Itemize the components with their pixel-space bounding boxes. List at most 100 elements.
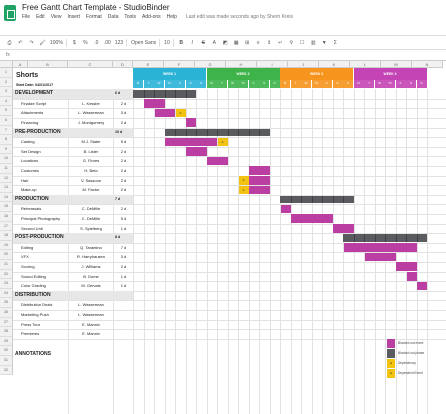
task-duration[interactable]: 2 d	[115, 118, 132, 128]
task-bar[interactable]	[364, 252, 396, 262]
column-header[interactable]: D	[113, 61, 133, 68]
task-owner[interactable]: L. Wasserman	[70, 300, 112, 310]
task-name[interactable]: Marketing Push	[21, 310, 70, 320]
task-owner[interactable]: G. Flores	[70, 156, 112, 166]
task-bar[interactable]	[144, 99, 165, 108]
formula-bar[interactable]: fx	[0, 50, 446, 61]
column-header[interactable]: G	[195, 61, 226, 68]
task-bar[interactable]	[165, 137, 217, 147]
percent-button[interactable]: %	[82, 39, 89, 47]
increase-decimals-button[interactable]: .00	[104, 39, 111, 47]
task-owner[interactable]: H. Beto	[70, 166, 112, 176]
task-name[interactable]: Hair	[21, 176, 70, 186]
row-number[interactable]: 15	[0, 202, 13, 212]
undo-icon[interactable]: ↶	[17, 39, 24, 47]
task-bar[interactable]	[249, 176, 270, 185]
borders-icon[interactable]: ▦	[233, 39, 240, 47]
task-name[interactable]: Color Grading	[21, 281, 70, 291]
menu-file[interactable]: File	[22, 14, 30, 20]
menu-tools[interactable]: Tools	[124, 14, 136, 20]
row-number[interactable]: 20	[0, 250, 13, 260]
task-duration[interactable]: 2 d	[115, 185, 132, 195]
row-number[interactable]: 11	[0, 164, 13, 174]
task-owner[interactable]: Q. Tarantino	[70, 243, 112, 253]
row-number[interactable]: 28	[0, 327, 13, 337]
menu-view[interactable]: View	[51, 14, 62, 20]
task-owner[interactable]: C. DeMille	[70, 204, 112, 214]
task-name[interactable]: Editing	[21, 243, 70, 253]
row-number[interactable]: 6	[0, 116, 13, 126]
task-bar[interactable]	[343, 243, 417, 252]
comment-icon[interactable]: ☐	[299, 39, 306, 47]
row-number[interactable]: 21	[0, 260, 13, 270]
row-number[interactable]: 5	[0, 106, 13, 116]
row-number[interactable]: 16	[0, 212, 13, 222]
task-name[interactable]: Principal Photography	[21, 214, 70, 224]
task-duration[interactable]: 3 d	[115, 252, 132, 262]
document-title[interactable]: Free Gantt Chart Template - StudioBinder	[22, 3, 169, 12]
italic-button[interactable]: I	[189, 39, 196, 47]
task-owner[interactable]: M. Gervais	[70, 281, 112, 291]
print-icon[interactable]: ⎙	[6, 39, 13, 47]
row-number[interactable]: 14	[0, 192, 13, 203]
row-number[interactable]: 9	[0, 144, 13, 155]
row-number[interactable]: 18	[0, 231, 13, 241]
task-bar[interactable]	[207, 156, 228, 166]
task-name[interactable]: Attachments	[21, 108, 70, 118]
column-header[interactable]: F	[164, 61, 195, 68]
task-owner[interactable]: R. Harryhausen	[70, 252, 112, 262]
task-duration[interactable]: 2 d	[115, 176, 132, 186]
task-duration[interactable]: 2 d	[115, 147, 132, 157]
task-name[interactable]: Locations	[21, 156, 70, 166]
align-left-icon[interactable]: ≡	[255, 39, 262, 47]
menu-addons[interactable]: Add-ons	[142, 14, 161, 20]
column-header[interactable]: C	[68, 61, 113, 68]
task-owner[interactable]: V. Sassoon	[70, 176, 112, 186]
task-duration[interactable]: 5 d	[115, 137, 132, 147]
menu-format[interactable]: Format	[86, 14, 102, 20]
row-number[interactable]: 23	[0, 279, 13, 289]
task-owner[interactable]: E. Mannix	[70, 320, 112, 330]
row-number[interactable]: 7	[0, 125, 13, 136]
row-number[interactable]: 31	[0, 356, 13, 366]
redo-icon[interactable]: ↷	[28, 39, 35, 47]
task-bar[interactable]	[396, 262, 417, 271]
select-all-corner[interactable]	[0, 61, 13, 68]
column-header[interactable]: I	[257, 61, 288, 68]
task-owner[interactable]: C. DeMille	[70, 214, 112, 224]
dependency-cell[interactable]: A	[217, 137, 228, 147]
paint-format-icon[interactable]: 🖌	[39, 39, 46, 47]
task-name[interactable]: Costumes	[21, 166, 70, 176]
task-duration[interactable]: 2 d	[115, 262, 132, 272]
filter-icon[interactable]: ▼	[321, 39, 328, 47]
column-header[interactable]: B	[28, 61, 68, 68]
task-name[interactable]: Distribution Deals	[21, 300, 70, 310]
task-name[interactable]: Rehearsals	[21, 204, 70, 214]
task-duration[interactable]: 2 d	[115, 156, 132, 166]
fill-color-icon[interactable]: ◩	[222, 39, 229, 47]
task-duration[interactable]: 7 d	[115, 243, 132, 253]
zoom-select[interactable]: 100%	[50, 38, 67, 47]
task-name[interactable]: Financing	[21, 118, 70, 128]
task-bar[interactable]	[186, 118, 196, 127]
column-header[interactable]: J	[288, 61, 319, 68]
task-duration[interactable]: 2 d	[115, 204, 132, 214]
task-bar[interactable]	[249, 166, 270, 175]
row-number[interactable]: 2	[0, 77, 13, 88]
task-bar[interactable]	[186, 147, 207, 156]
text-color-button[interactable]: A	[211, 39, 218, 47]
row-number[interactable]: 25	[0, 298, 13, 308]
dependency-cell[interactable]: A	[238, 176, 249, 185]
row-number[interactable]: 17	[0, 221, 13, 232]
column-header[interactable]: M	[381, 61, 412, 68]
row-number[interactable]: 22	[0, 269, 13, 280]
column-header[interactable]: L	[350, 61, 381, 68]
task-owner[interactable]: L. Wasserman	[70, 108, 112, 118]
task-bar[interactable]	[291, 214, 333, 223]
row-number[interactable]: 8	[0, 135, 13, 145]
task-owner[interactable]: M. Factor	[70, 185, 112, 195]
task-duration[interactable]: 2 d	[115, 166, 132, 176]
task-name[interactable]: Make-up	[21, 185, 70, 195]
task-owner[interactable]: S. Spielberg	[70, 224, 112, 234]
currency-button[interactable]: $	[71, 39, 78, 47]
